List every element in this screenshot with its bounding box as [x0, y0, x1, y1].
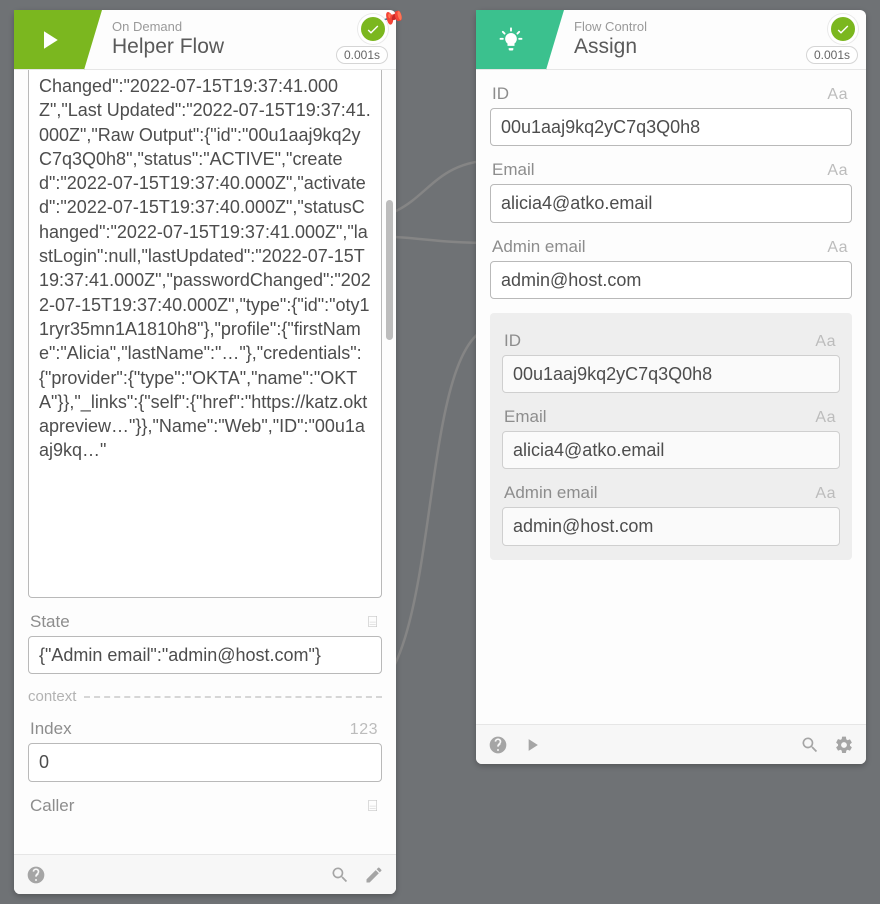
email-input[interactable]: alicia4@atko.email: [490, 184, 852, 222]
text-type-icon: Aa: [815, 409, 836, 427]
id-label: ID: [492, 84, 509, 104]
id-input[interactable]: 00u1aaj9kq2yC7q3Q0h8: [490, 108, 852, 146]
search-icon[interactable]: [800, 735, 820, 755]
object-type-icon: ⌸: [368, 798, 378, 816]
success-check-icon: [828, 14, 858, 44]
run-icon[interactable]: [522, 735, 542, 755]
search-icon[interactable]: [330, 865, 350, 885]
state-label: State: [30, 612, 70, 632]
context-label: context: [28, 688, 76, 705]
email-output-label: Email: [504, 407, 547, 427]
card-footer: [14, 854, 396, 894]
play-icon[interactable]: [14, 10, 84, 69]
edit-icon[interactable]: [364, 865, 384, 885]
helper-flow-card: 📌 On Demand Helper Flow 0.001s Changed":…: [14, 10, 396, 894]
index-label: Index: [30, 719, 72, 739]
object-type-icon: ⌸: [368, 614, 378, 632]
email-output[interactable]: alicia4@atko.email: [502, 431, 840, 469]
id-output-label: ID: [504, 331, 521, 351]
admin-email-output[interactable]: admin@host.com: [502, 507, 840, 545]
assign-card: Flow Control Assign 0.001s ID Aa 00u1aaj…: [476, 10, 866, 764]
execution-time-badge: 0.001s: [806, 46, 858, 64]
text-type-icon: Aa: [827, 86, 848, 104]
admin-email-label: Admin email: [492, 237, 586, 257]
state-input[interactable]: {"Admin email":"admin@host.com"}: [28, 636, 382, 674]
card-body: Changed":"2022-07-15T19:37:41.000Z","Las…: [14, 70, 396, 854]
scrollbar-thumb[interactable]: [386, 200, 393, 340]
output-section: ID Aa 00u1aaj9kq2yC7q3Q0h8 Email Aa alic…: [490, 313, 852, 560]
gear-icon[interactable]: [834, 735, 854, 755]
number-type-icon: 123: [350, 721, 378, 739]
admin-email-input[interactable]: admin@host.com: [490, 261, 852, 299]
help-icon[interactable]: [26, 865, 46, 885]
text-type-icon: Aa: [827, 162, 848, 180]
card-header: Flow Control Assign 0.001s: [476, 10, 866, 70]
payload-textarea[interactable]: Changed":"2022-07-15T19:37:41.000Z","Las…: [28, 70, 382, 598]
index-input[interactable]: 0: [28, 743, 382, 781]
id-output[interactable]: 00u1aaj9kq2yC7q3Q0h8: [502, 355, 840, 393]
text-type-icon: Aa: [827, 239, 848, 257]
execution-time-badge: 0.001s: [336, 46, 388, 64]
card-header: On Demand Helper Flow 0.001s: [14, 10, 396, 70]
text-type-icon: Aa: [815, 485, 836, 503]
card-body: ID Aa 00u1aaj9kq2yC7q3Q0h8 Email Aa alic…: [476, 70, 866, 724]
caller-label: Caller: [30, 796, 74, 816]
card-footer: [476, 724, 866, 764]
email-label: Email: [492, 160, 535, 180]
help-icon[interactable]: [488, 735, 508, 755]
lightbulb-icon[interactable]: [476, 10, 546, 69]
success-check-icon: [358, 14, 388, 44]
admin-email-output-label: Admin email: [504, 483, 598, 503]
text-type-icon: Aa: [815, 333, 836, 351]
context-divider: context: [28, 688, 382, 705]
